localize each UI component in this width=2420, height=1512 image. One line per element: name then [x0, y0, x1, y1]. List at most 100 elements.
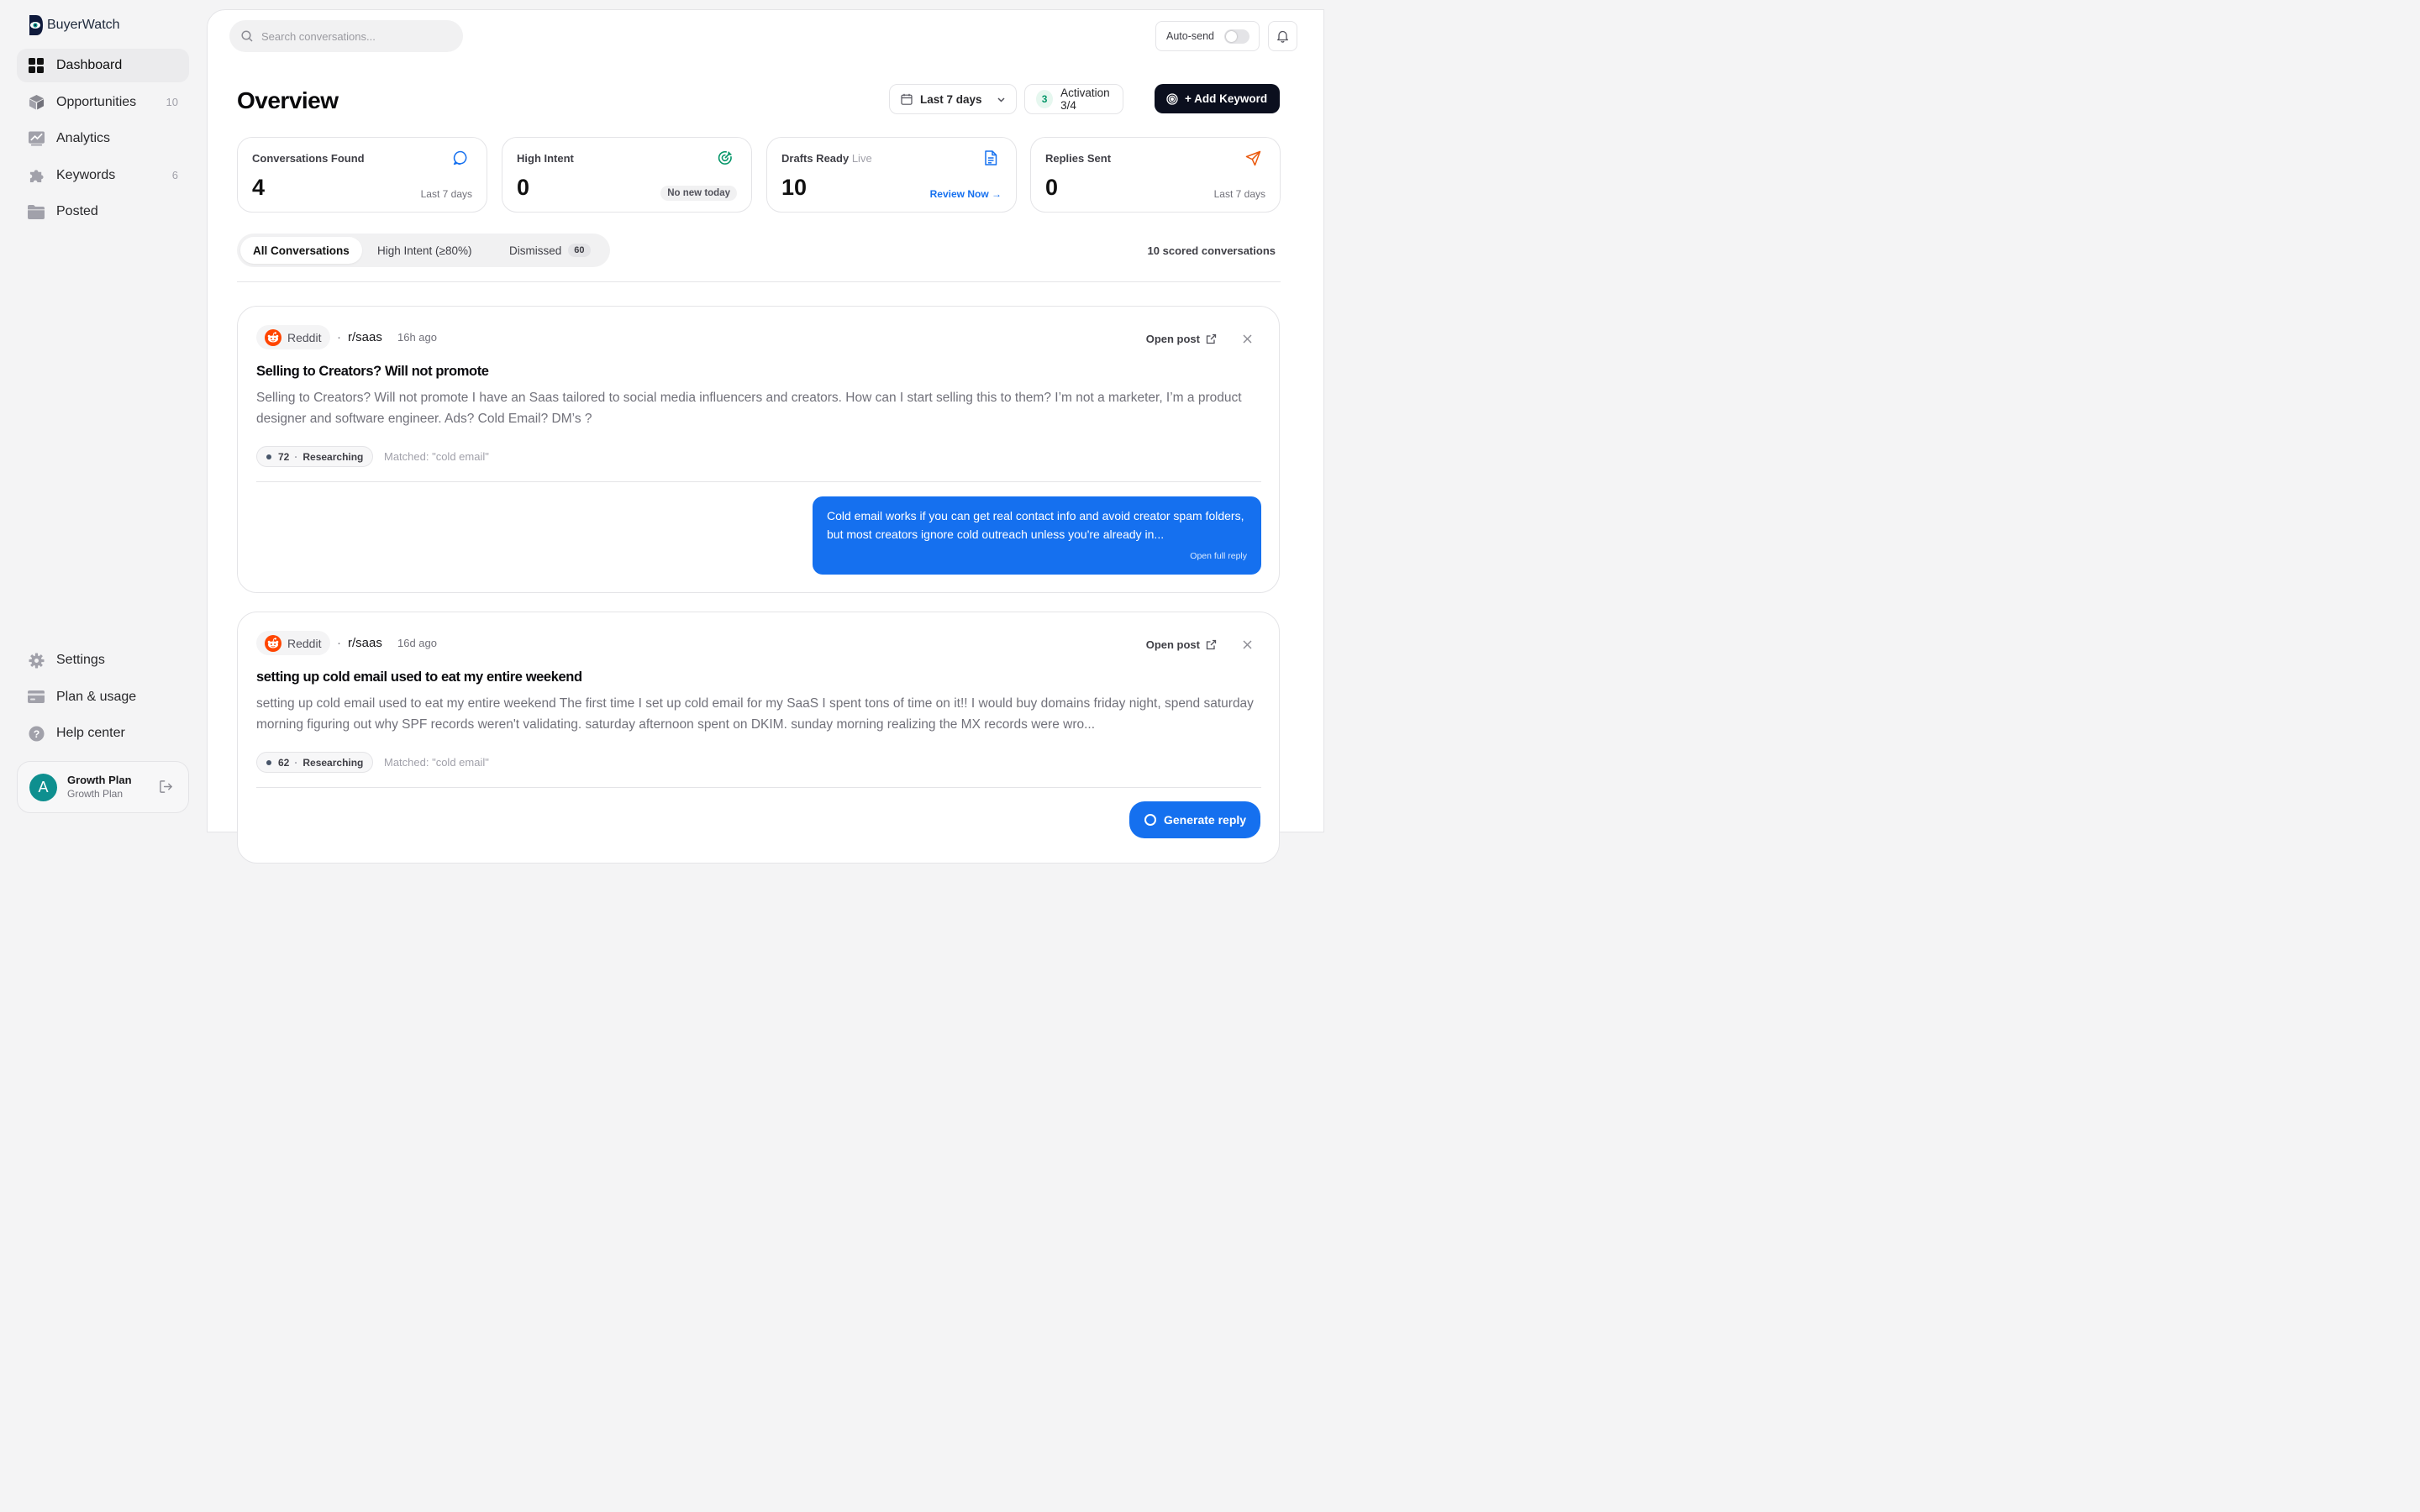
conversation-body: Selling to Creators? Will not promote I … [256, 391, 1242, 426]
source-badge: Reddit [256, 631, 331, 655]
stat-status-badge: No new today [660, 186, 737, 201]
subreddit[interactable]: · r/saas [337, 636, 382, 650]
svg-text:?: ? [33, 727, 39, 739]
review-now-link[interactable]: Review Now → [930, 188, 1002, 200]
stat-value: 0 [1045, 175, 1059, 200]
matched-keyword: Matched: "cold email" [384, 756, 489, 769]
conversation-title[interactable]: Selling to Creators? Will not promote [256, 364, 489, 380]
stat-label: Conversations Found [252, 152, 365, 165]
chevron-down-icon [997, 95, 1006, 104]
dismiss-button[interactable] [1243, 334, 1252, 344]
open-post-link[interactable]: Open post [1146, 638, 1217, 651]
grid-icon [28, 57, 45, 74]
folder-icon [28, 203, 45, 220]
add-keyword-button[interactable]: + Add Keyword [1155, 84, 1280, 113]
conversation-title[interactable]: setting up cold email used to eat my ent… [256, 669, 582, 685]
reddit-icon [265, 328, 281, 346]
cube-icon [28, 94, 45, 111]
tab-count-badge: 60 [568, 244, 591, 257]
open-post-label: Open post [1145, 333, 1200, 345]
nav-count-badge: 6 [171, 169, 178, 182]
divider [237, 281, 1281, 282]
dismiss-button[interactable] [1243, 640, 1252, 649]
logout-icon[interactable] [159, 780, 173, 794]
post-age: 16h ago [397, 331, 437, 344]
stat-card-drafts-ready: Drafts Ready Live 10 Review Now → [766, 137, 1017, 213]
nav-label: Dashboard [56, 58, 123, 72]
open-post-label: Open post [1145, 638, 1200, 651]
nav-count-badge: 10 [166, 96, 178, 109]
conversation-body: setting up cold email used to eat my ent… [256, 696, 1254, 732]
nav-item-help-center[interactable]: ? Help center [17, 717, 189, 750]
stat-label: High Intent [517, 152, 574, 165]
nav-label: Keywords [56, 167, 116, 182]
app-logo[interactable]: BuyerWatch [29, 14, 120, 36]
date-range-select[interactable]: Last 7 days [889, 84, 1017, 114]
stat-card-replies-sent: Replies Sent 0 Last 7 days [1030, 137, 1281, 213]
subreddit[interactable]: · r/saas [337, 330, 382, 344]
profile-plan: Growth Plan [67, 787, 124, 800]
nav-label: Settings [56, 653, 105, 667]
search-icon [241, 30, 253, 42]
nav-item-analytics[interactable]: Analytics [17, 122, 189, 155]
nav-item-keywords[interactable]: Keywords 6 [17, 159, 189, 192]
auto-send-toggle[interactable] [1223, 29, 1249, 44]
draft-reply-bubble[interactable]: Cold email works if you can get real con… [813, 496, 1261, 575]
tab-label: Dismissed [509, 244, 562, 257]
open-full-reply-link[interactable]: Open full reply [1190, 551, 1247, 561]
chat-bubble-icon [453, 150, 468, 165]
tab-high-intent[interactable]: High Intent (≥80%) [365, 237, 484, 264]
score-dot-icon [266, 759, 271, 765]
buyer-stage: Researching [302, 756, 364, 769]
tab-label: High Intent (≥80%) [377, 244, 472, 257]
intent-score-badge: 72 · Researching [256, 446, 374, 467]
stat-card-conversations-found: Conversations Found 4 Last 7 days [237, 137, 487, 213]
activation-label: Activation 3/4 [1060, 87, 1110, 112]
nav-item-settings[interactable]: Settings [17, 643, 189, 677]
source-name: Reddit [287, 636, 322, 650]
app-name: BuyerWatch [47, 18, 120, 32]
post-age: 16d ago [397, 637, 437, 649]
tab-dismissed[interactable]: Dismissed 60 [497, 237, 603, 264]
subreddit-name: r/saas [348, 330, 382, 344]
tab-all-conversations[interactable]: All Conversations [240, 237, 362, 264]
tab-label: All Conversations [253, 244, 350, 257]
open-post-link[interactable]: Open post [1146, 333, 1217, 345]
stat-label: Drafts Ready Live [781, 152, 872, 165]
generate-reply-button[interactable]: Generate reply [1129, 801, 1260, 838]
gear-icon [28, 652, 45, 669]
target-icon [718, 150, 733, 165]
search-input[interactable] [261, 29, 446, 43]
nav-item-opportunities[interactable]: Opportunities 10 [17, 86, 189, 119]
divider [256, 481, 1261, 482]
search-bar[interactable] [229, 20, 463, 52]
activation-count: 3 [1036, 90, 1054, 108]
notifications-button[interactable] [1268, 21, 1297, 51]
auto-send-control[interactable]: Auto-send [1155, 21, 1260, 51]
profile-name: Growth Plan [67, 774, 132, 787]
close-icon [1243, 334, 1252, 344]
page-title: Overview [237, 87, 339, 113]
score-dot-icon [266, 454, 271, 459]
live-indicator: Live [851, 152, 872, 165]
nav-item-dashboard[interactable]: Dashboard [17, 49, 189, 82]
nav-label: Posted [56, 204, 98, 219]
conversation-card: Reddit · r/saas 16d ago Open post setting… [237, 612, 1280, 864]
main-panel: Auto-send Overview Last 7 days 3 Activat… [207, 9, 1324, 864]
spinner-icon [1144, 814, 1156, 826]
sidebar: BuyerWatch Dashboard Opportunities 10 An… [0, 0, 207, 823]
conversation-card: Reddit · r/saas 16h ago Open post Selling… [237, 306, 1280, 593]
nav-label: Analytics [56, 131, 111, 146]
matched-keyword: Matched: "cold email" [384, 450, 489, 463]
external-link-icon [1206, 333, 1217, 344]
puzzle-icon [28, 167, 45, 184]
nav-item-plan-usage[interactable]: Plan & usage [17, 680, 189, 714]
send-icon [1245, 150, 1261, 166]
chart-icon [28, 130, 45, 147]
secondary-nav: Settings Plan & usage ? Help center [17, 643, 189, 753]
bell-icon [1276, 29, 1289, 43]
nav-item-posted[interactable]: Posted [17, 195, 189, 228]
user-profile-card[interactable]: A Growth Plan Growth Plan [17, 761, 189, 813]
activation-progress-button[interactable]: 3 Activation 3/4 [1024, 84, 1123, 114]
stat-value: 10 [781, 175, 808, 200]
